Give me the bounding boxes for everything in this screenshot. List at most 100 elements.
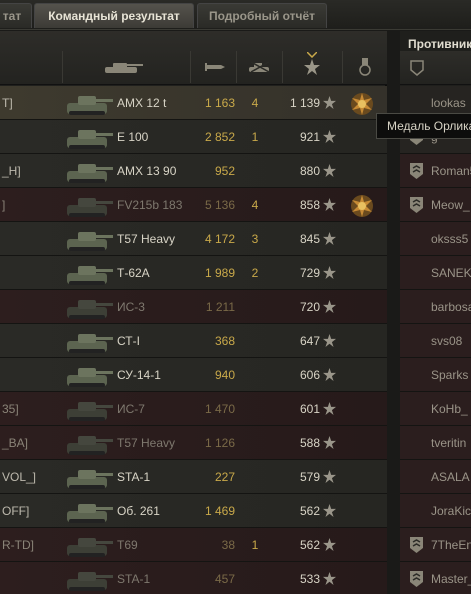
player-name: _H] xyxy=(2,164,21,178)
enemy-row[interactable]: Meow_ xyxy=(400,188,471,222)
damage-value: 227 xyxy=(214,470,235,484)
xp-value: 880 xyxy=(299,164,320,178)
tab-detailed-report[interactable]: Подробный отчёт xyxy=(197,3,327,28)
team-row[interactable]: _BA] T57 Heavy 1 126 588 xyxy=(0,426,387,460)
tank-image xyxy=(64,157,114,185)
enemy-player-name: JoraKic xyxy=(431,504,471,518)
team-row[interactable]: ИС-3 1 211 720 xyxy=(0,290,387,324)
enemy-table-header xyxy=(400,51,471,85)
medal-icon[interactable] xyxy=(350,194,374,218)
sort-medals-column[interactable] xyxy=(342,51,387,83)
enemy-row[interactable]: Sparks xyxy=(400,358,471,392)
enemy-row[interactable]: tveritin xyxy=(400,426,471,460)
team-row[interactable]: 35] ИС-7 1 470 601 xyxy=(0,392,387,426)
xp-star-icon xyxy=(323,504,336,517)
enemy-player-name: svs08 xyxy=(431,334,463,348)
team-panel: T] AMX 12 t 1 163 4 1 139 E 100 2 852 1 921 _H] AM… xyxy=(0,31,387,594)
tank-image xyxy=(64,497,114,525)
vehicle-name: СУ-14-1 xyxy=(117,368,161,382)
enemy-row[interactable]: Master_ xyxy=(400,562,471,594)
xp-star-icon xyxy=(323,368,336,381)
team-row[interactable]: Т-62А 1 989 2 729 xyxy=(0,256,387,290)
tank-image xyxy=(64,463,114,491)
tank-image xyxy=(64,429,114,457)
enemy-player-name: Sparks xyxy=(431,368,469,382)
kills-value: 3 xyxy=(251,232,259,246)
team-row[interactable]: T57 Heavy 4 172 3 845 xyxy=(0,222,387,256)
enemy-player-name: barbosa xyxy=(431,300,471,314)
sort-xp-column[interactable] xyxy=(282,51,342,83)
xp-value: 921 xyxy=(299,130,320,144)
team-row[interactable]: VOL_] STA-1 227 579 xyxy=(0,460,387,494)
xp-star-icon xyxy=(323,130,336,143)
team-row[interactable]: _H] AMX 13 90 952 880 xyxy=(0,154,387,188)
team-row[interactable]: СТ-I 368 647 xyxy=(0,324,387,358)
player-name: T] xyxy=(2,96,13,110)
xp-star-icon xyxy=(323,300,336,313)
team-row[interactable]: СУ-14-1 940 606 xyxy=(0,358,387,392)
kills-value: 2 xyxy=(251,266,259,280)
enemy-row[interactable]: 7TheEn xyxy=(400,528,471,562)
xp-star-icon xyxy=(304,59,320,75)
xp-value: 720 xyxy=(299,300,320,314)
medal-icon[interactable] xyxy=(350,92,374,116)
xp-value: 562 xyxy=(299,504,320,518)
kills-value: 1 xyxy=(251,538,259,552)
team-row[interactable]: OFF] Об. 261 1 469 562 xyxy=(0,494,387,528)
vehicle-name: T57 Heavy xyxy=(117,232,176,246)
damage-value: 940 xyxy=(214,368,235,382)
vehicle-name: FV215b 183 xyxy=(117,198,183,212)
rank-shield-icon xyxy=(410,60,424,76)
damage-value: 457 xyxy=(214,572,235,586)
player-name: R-TD] xyxy=(2,538,34,552)
tank-icon xyxy=(105,63,143,73)
destroyed-tank-icon xyxy=(249,61,270,73)
sort-damage-column[interactable] xyxy=(190,51,236,83)
xp-value: 647 xyxy=(299,334,320,348)
vehicle-name: AMX 13 90 xyxy=(117,164,177,178)
team-row[interactable]: E 100 2 852 1 921 xyxy=(0,120,387,154)
enemy-row[interactable]: KoHb_ xyxy=(400,392,471,426)
kills-value: 4 xyxy=(251,96,259,110)
team-row[interactable]: R-TD] T69 38 1 562 xyxy=(0,528,387,562)
sort-kills-column[interactable] xyxy=(236,51,282,83)
enemy-row[interactable]: oksss5 xyxy=(400,222,471,256)
enemy-row[interactable]: Roman5 xyxy=(400,154,471,188)
xp-star-icon xyxy=(323,436,336,449)
xp-value: 533 xyxy=(299,572,320,586)
vehicle-name: T57 Heavy xyxy=(117,436,176,450)
damage-value: 1 126 xyxy=(204,436,235,450)
vehicle-name: СТ-I xyxy=(117,334,140,348)
xp-star-icon xyxy=(323,198,336,211)
tank-image xyxy=(64,191,114,219)
tank-image xyxy=(64,531,114,559)
enemy-row[interactable]: ASALA xyxy=(400,460,471,494)
team-row[interactable]: ] FV215b 183 5 136 4 858 xyxy=(0,188,387,222)
xp-star-icon xyxy=(323,266,336,279)
xp-star-icon xyxy=(323,402,336,415)
damage-value: 38 xyxy=(221,538,235,552)
damage-value: 1 163 xyxy=(204,96,235,110)
damage-value: 368 xyxy=(214,334,235,348)
sort-vehicle-column[interactable] xyxy=(62,51,190,83)
tank-image xyxy=(64,565,114,593)
enemy-player-name: tveritin xyxy=(431,436,467,450)
enemy-row[interactable]: SANEK xyxy=(400,256,471,290)
enemy-row[interactable]: barbosa xyxy=(400,290,471,324)
enemy-row[interactable]: svs08 xyxy=(400,324,471,358)
tab-team-result[interactable]: Командный результат xyxy=(34,3,194,28)
damage-value: 1 989 xyxy=(204,266,235,280)
damage-value: 1 211 xyxy=(205,300,235,314)
xp-star-icon xyxy=(323,164,336,177)
tab-bar: тат Командный результат Подробный отчёт xyxy=(0,0,471,30)
enemy-player-name: Master_ xyxy=(431,572,471,586)
tab-personal-result[interactable]: тат xyxy=(0,3,32,28)
xp-star-icon xyxy=(323,572,336,585)
tank-image xyxy=(64,327,114,355)
team-row[interactable]: T] AMX 12 t 1 163 4 1 139 xyxy=(0,86,387,120)
enemy-player-name: ASALA xyxy=(431,470,470,484)
vehicle-name: Т-62А xyxy=(117,266,150,280)
team-row[interactable]: STA-1 457 533 xyxy=(0,562,387,594)
enemy-row[interactable]: JoraKic xyxy=(400,494,471,528)
team-table-header xyxy=(0,31,387,85)
